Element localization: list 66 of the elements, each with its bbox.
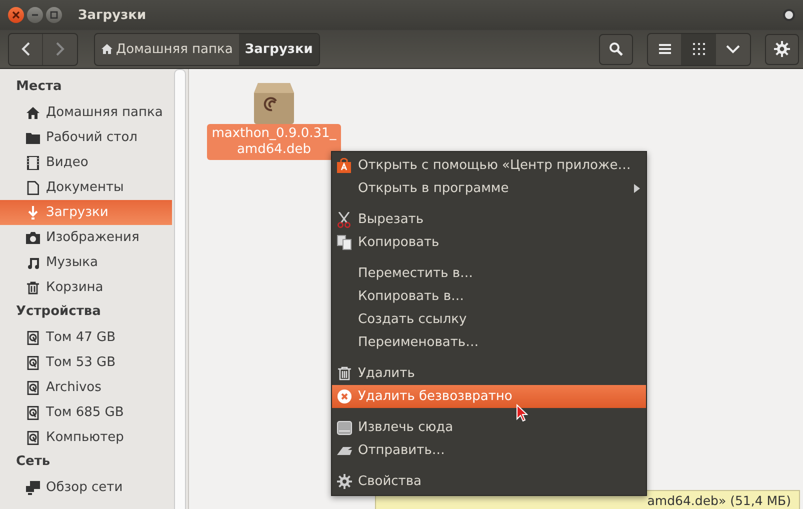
close-icon [12, 11, 20, 19]
sidebar-item[interactable]: Archivos [0, 375, 172, 400]
copy-icon [337, 235, 352, 250]
gear-icon [337, 474, 352, 489]
sidebar-item[interactable]: Том 685 GB [0, 400, 172, 425]
sidebar-heading: Сеть [15, 453, 52, 471]
grid-icon [692, 43, 704, 55]
status-text: amd64.deb» (51,4 МБ) [647, 492, 791, 508]
chevron-down-icon [726, 44, 740, 54]
camera-icon [26, 230, 40, 244]
breadcrumb-button[interactable]: Домашняя папка [95, 34, 239, 64]
trash-icon [337, 366, 352, 381]
film-icon [26, 156, 40, 170]
trash-icon [26, 280, 40, 294]
sidebar-heading: Устройства [15, 303, 102, 321]
indicator-icon [783, 9, 795, 21]
search-button[interactable] [599, 34, 633, 64]
sidebar-item[interactable]: Корзина [0, 275, 172, 300]
sidebar-item[interactable]: Домашняя папка [0, 100, 172, 125]
doc-icon [26, 180, 40, 194]
menu-item[interactable]: Копировать в… [332, 285, 646, 308]
sidebar-item[interactable]: Музыка [0, 250, 172, 275]
network-icon [26, 480, 40, 494]
search-icon [609, 42, 623, 56]
menu-item[interactable]: Удалить [332, 362, 646, 385]
menu-item[interactable]: Открыть в программе [332, 177, 646, 200]
menu-item[interactable]: Создать ссылку [332, 308, 646, 331]
music-icon [26, 256, 40, 270]
window-title: Загрузки [78, 8, 146, 22]
home-icon [26, 106, 40, 120]
maximize-button[interactable] [46, 7, 62, 23]
sidebar-item[interactable]: Обзор сети [0, 475, 172, 500]
minimize-button[interactable] [27, 7, 43, 23]
sidebar-item[interactable]: Документы [0, 175, 172, 200]
package-icon [254, 83, 294, 124]
list-icon [658, 43, 670, 55]
drive-icon [337, 420, 352, 434]
grid-view-button[interactable] [682, 34, 716, 64]
sidebar-item[interactable]: Том 47 GB [0, 325, 172, 350]
download-icon [26, 206, 40, 220]
settings-button[interactable] [765, 34, 799, 64]
folder-icon [26, 130, 40, 144]
sidebar-item[interactable]: Том 53 GB [0, 350, 172, 375]
minimize-icon [31, 11, 39, 19]
sidebar-item[interactable]: Компьютер [0, 425, 172, 450]
breadcrumb-button[interactable]: Загрузки [238, 34, 319, 64]
menu-item[interactable]: Извлечь сюда [332, 416, 646, 439]
sidebar-item[interactable]: Изображения [0, 225, 172, 250]
gear-icon [774, 41, 790, 57]
menu-item[interactable]: Свойства [332, 470, 646, 493]
shopping-bag-icon [337, 158, 351, 173]
send-icon [337, 446, 352, 456]
sidebar-heading: Места [15, 78, 63, 96]
sidebar-item[interactable]: Видео [0, 150, 172, 175]
menu-item[interactable]: Переименовать… [332, 331, 646, 354]
menu-item[interactable]: Копировать [332, 231, 646, 254]
scissors-icon [337, 212, 351, 228]
maximize-icon [50, 11, 58, 19]
sidebar-item[interactable]: Рабочий стол [0, 125, 172, 150]
cursor-icon [516, 404, 528, 422]
menu-item[interactable]: Вырезать [332, 208, 646, 231]
home-icon [101, 43, 113, 55]
delete-icon [337, 389, 352, 404]
menu-item[interactable]: Отправить… [332, 439, 646, 462]
close-button[interactable] [8, 7, 24, 23]
menu-item[interactable]: Переместить в… [332, 262, 646, 285]
